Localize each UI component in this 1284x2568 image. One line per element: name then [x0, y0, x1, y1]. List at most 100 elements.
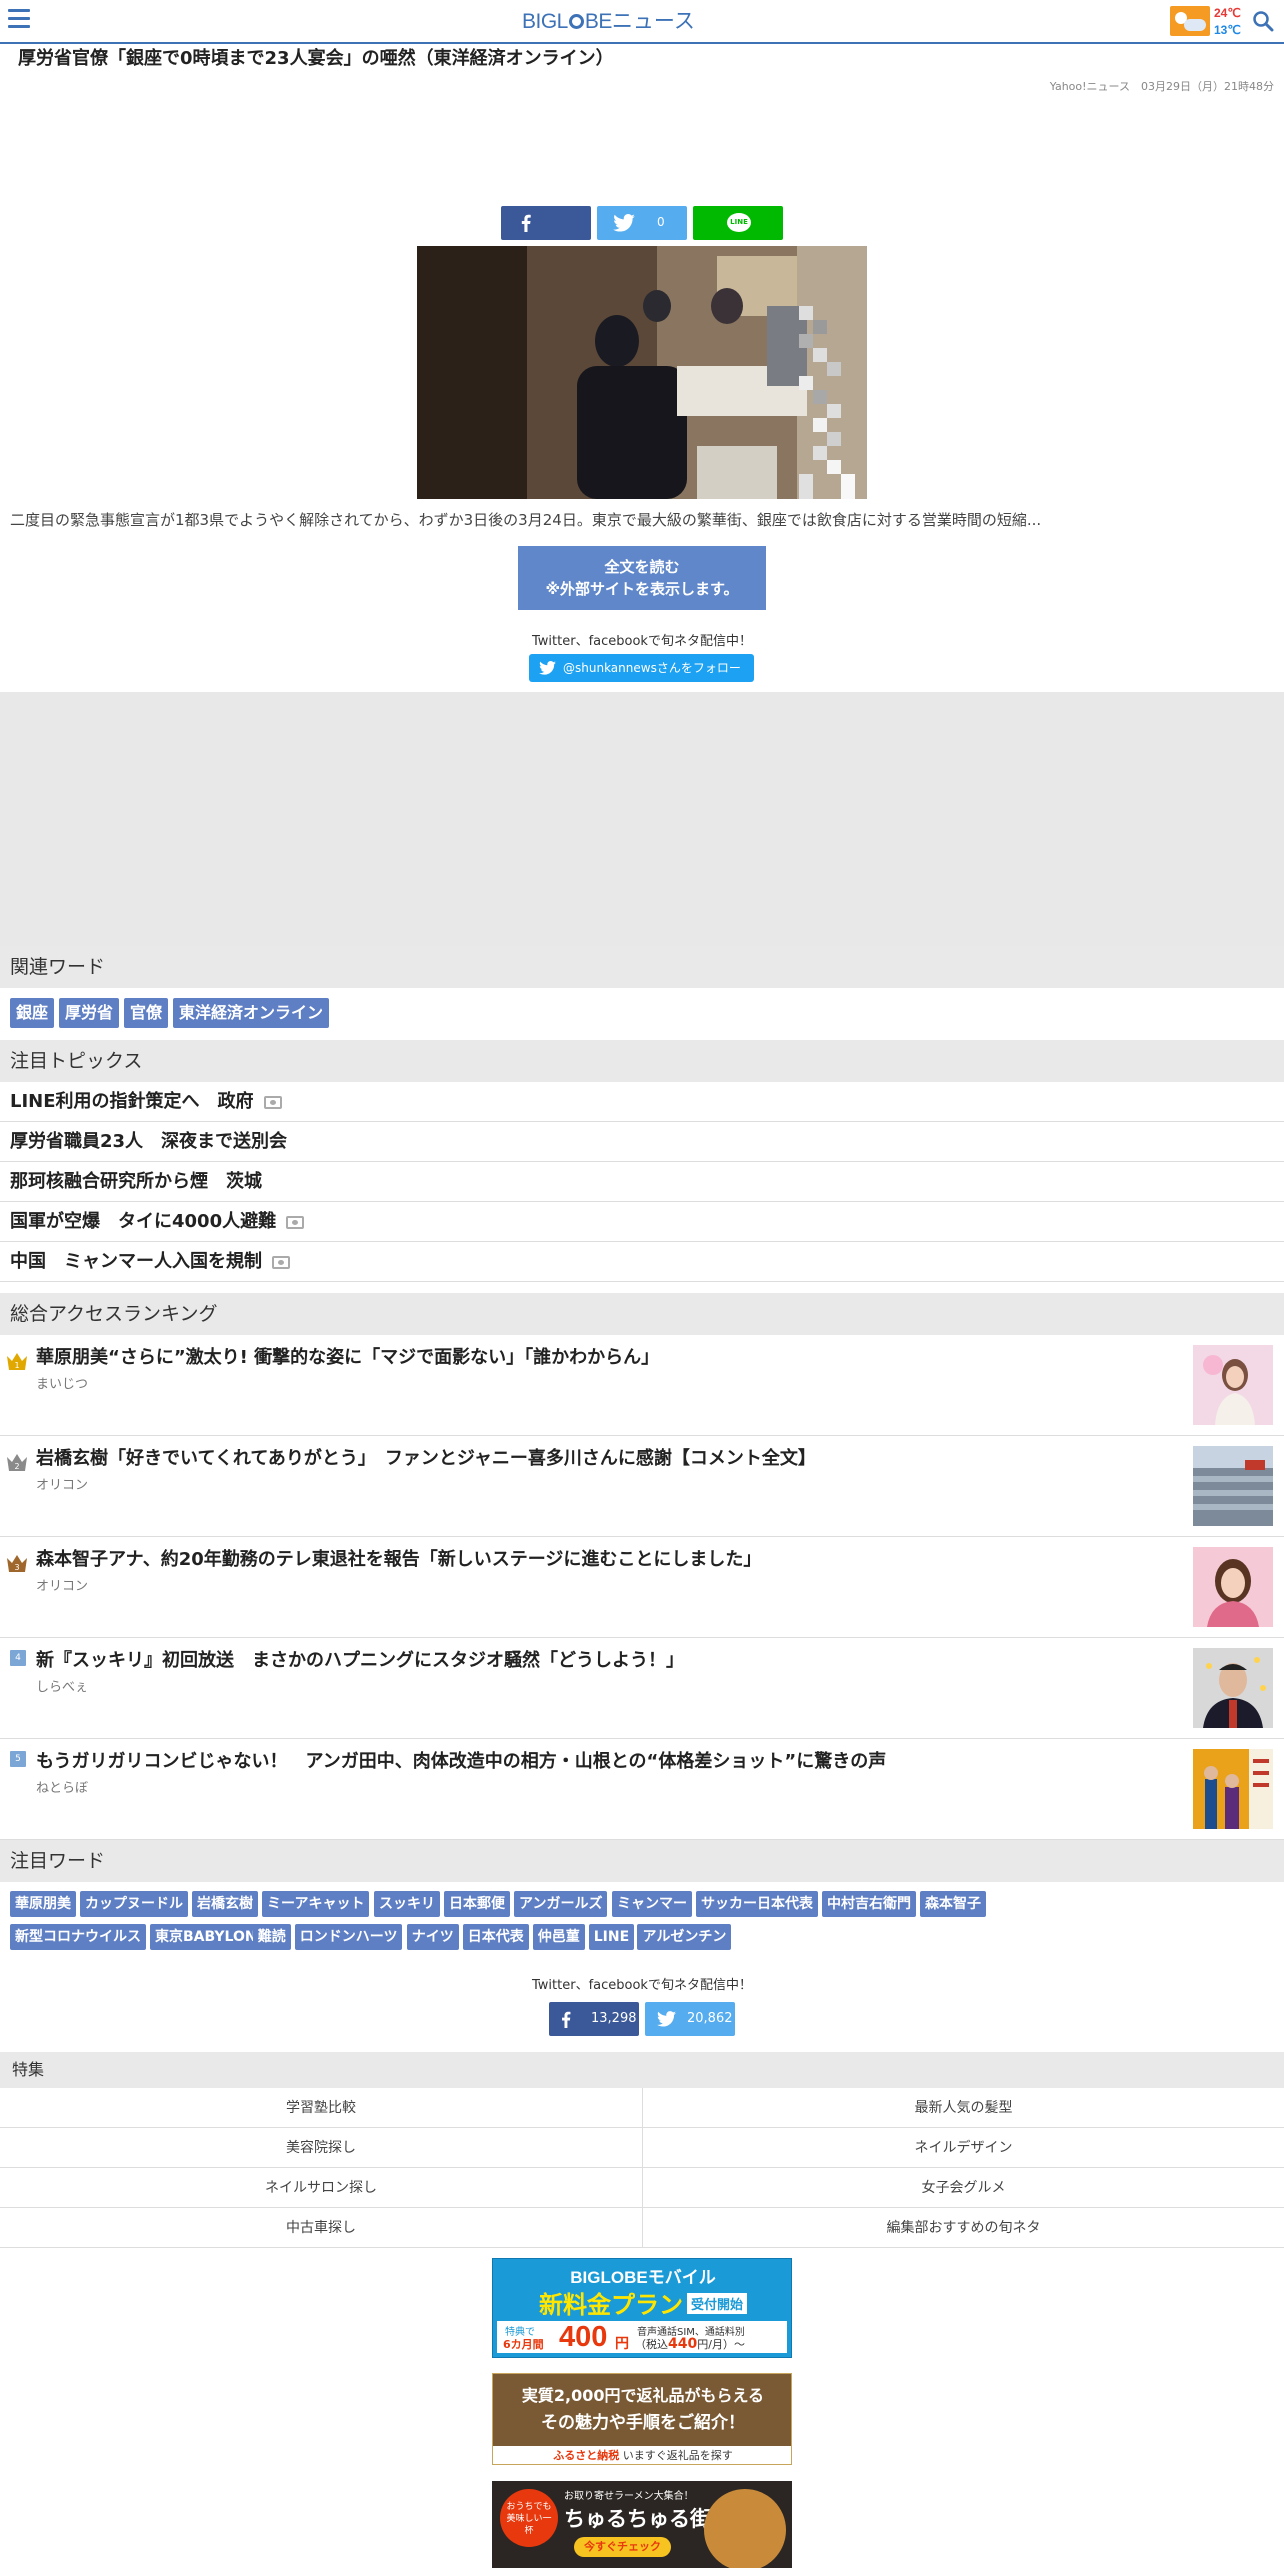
ranking-title: 森本智子アナ、約20年勤務のテレ東退社を報告「新しいステージに進むことにしました…	[36, 1549, 762, 1570]
keyword-tag[interactable]: 中村吉右衛門	[822, 1891, 916, 1917]
twitter-icon	[657, 2011, 676, 2027]
twitter-share-count: 0	[657, 215, 665, 229]
banner-mobile-right-price: 440	[668, 2336, 698, 2352]
topic-item[interactable]: 中国 ミャンマー人入国を規制	[0, 1242, 1284, 1282]
site-header: BIGL BEニュース 24℃ 13℃	[0, 0, 1284, 44]
article-meta: Yahoo!ニュース 03月29日（月）21時48分	[1049, 80, 1274, 93]
ranking-title: 新『スッキリ』初回放送 まさかのハプニングにスタジオ騒然「どうしよう！」	[36, 1650, 684, 1671]
keyword-tag[interactable]: 仲邑菫	[532, 1924, 585, 1950]
topic-item[interactable]: 国軍が空爆 タイに4000人避難	[0, 1202, 1284, 1242]
keyword-tag[interactable]: 難読	[252, 1924, 291, 1950]
line-icon: LINE	[727, 213, 751, 232]
article-photo[interactable]	[417, 246, 867, 499]
twitter-share-button[interactable]: 0	[597, 206, 687, 240]
topic-item[interactable]: 那珂核融合研究所から煙 茨城	[0, 1162, 1284, 1202]
facebook-icon	[562, 2011, 571, 2028]
camera-icon	[286, 1215, 305, 1229]
video-icon	[263, 1095, 282, 1109]
ranking-row[interactable]: 3 森本智子アナ、約20年勤務のテレ東退社を報告「新しいステージに進むことにしま…	[0, 1537, 1284, 1638]
temperature-high: 24℃	[1214, 6, 1241, 20]
ranking-row[interactable]: 5 もうガリガリコンビじゃない！ アンガ田中、肉体改造中の相方・山根との“体格差…	[0, 1739, 1284, 1840]
twitter-icon	[539, 661, 556, 675]
ramen-bowl-icon	[704, 2489, 786, 2568]
topic-label: 国軍が空爆 タイに4000人避難	[10, 1211, 277, 1232]
keyword-tag[interactable]: 日本郵便	[444, 1891, 510, 1917]
feature-link[interactable]: 美容院探し	[0, 2128, 642, 2168]
facebook-icon	[521, 214, 531, 232]
keyword-tag[interactable]: サッカー日本代表	[696, 1891, 818, 1917]
twitter-follow-count-button[interactable]: 20,862	[645, 2002, 735, 2036]
rank-number: 4	[10, 1650, 26, 1666]
hamburger-icon[interactable]	[8, 9, 30, 31]
keyword-tag[interactable]: ミーアキャット	[262, 1891, 370, 1917]
ranking-thumbnail	[1193, 1749, 1273, 1829]
biglobe-mobile-banner[interactable]: BIGLOBEモバイル 新料金プラン 受付開始 特典で 6カ月間 400 円 音声…	[492, 2258, 792, 2358]
read-full-article-button[interactable]: 全文を読む ※外部サイトを表示します。	[518, 546, 766, 610]
ranking-row[interactable]: 4 新『スッキリ』初回放送 まさかのハプニングにスタジオ騒然「どうしよう！」 し…	[0, 1638, 1284, 1739]
twitter-follow-button[interactable]: @shunkannewsさんをフォロー	[529, 654, 754, 682]
banner-ramen-top: お取り寄せラーメン大集合！	[564, 2491, 694, 2502]
feature-link[interactable]: ネイルデザイン	[642, 2128, 1284, 2168]
search-icon[interactable]	[1252, 10, 1274, 32]
feature-link[interactable]: 女子会グルメ	[642, 2168, 1284, 2208]
keyword-tag[interactable]: アンガールズ	[514, 1891, 608, 1917]
furusato-banner[interactable]: 実質2,000円で返礼品がもらえる その魅力や手順をご紹介！ ふるさと納税 いま…	[492, 2373, 792, 2465]
keyword-tag[interactable]: カップヌードル	[80, 1891, 188, 1917]
share-buttons: 0 LINE	[501, 206, 783, 240]
feature-link[interactable]: 編集部おすすめの旬ネタ	[642, 2208, 1284, 2248]
follow-label: @shunkannewsさんをフォロー	[563, 661, 741, 675]
banner-ramen-circle: おうちでも美味しい一杯	[500, 2489, 558, 2547]
article-summary: 二度目の緊急事態宣言が1都3県でようやく解除されてから、わずか3日後の3月24日…	[10, 511, 1042, 529]
read-button-label: 全文を読む	[604, 558, 680, 576]
keyword-tag[interactable]: LINE	[588, 1924, 635, 1950]
article-title: 厚労省官僚「銀座で0時頃まで23人宴会」の唖然（東洋経済オンライン）	[18, 48, 614, 69]
line-share-button[interactable]: LINE	[693, 206, 783, 240]
facebook-like-button[interactable]: 13,298	[549, 2002, 639, 2036]
feature-link[interactable]: 最新人気の髪型	[642, 2088, 1284, 2128]
ranking-source: まいじつ	[36, 1377, 89, 1392]
banner-furusato-line1: 実質2,000円で返礼品がもらえる	[521, 2386, 765, 2405]
topic-label: 中国 ミャンマー人入国を規制	[10, 1251, 262, 1272]
related-tag[interactable]: 東洋経済オンライン	[173, 998, 330, 1028]
ranking-row[interactable]: 1 華原朋美“さらに”激太り! 衝撃的な姿に「マジで面影ない」「誰かわからん」 …	[0, 1335, 1284, 1436]
banner-mobile-right2: （税込	[635, 2338, 668, 2351]
feature-link[interactable]: ネイルサロン探し	[0, 2168, 642, 2208]
keyword-tag[interactable]: 森本智子	[920, 1891, 986, 1917]
rank-number: 1	[14, 1361, 19, 1370]
related-tag[interactable]: 銀座	[10, 998, 55, 1028]
ranking-row[interactable]: 2 岩橋玄樹「好きでいてくれてありがとう」 ファンとジャニー喜多川さんに感謝【コ…	[0, 1436, 1284, 1537]
keyword-tag[interactable]: 華原朋美	[10, 1891, 76, 1917]
related-tag[interactable]: 厚労省	[59, 998, 120, 1028]
sun-cloud-icon[interactable]	[1170, 6, 1210, 36]
related-words-heading: 関連ワード	[0, 946, 1284, 988]
page: BIGL BEニュース 24℃ 13℃ 厚労省官僚「銀座で0時頃まで23人宴会」の…	[0, 0, 1284, 2568]
keyword-tag[interactable]: 東京BABYLON	[150, 1924, 262, 1950]
keyword-tag[interactable]: ミャンマー	[612, 1891, 692, 1917]
ranking-source: しらべぇ	[36, 1680, 89, 1695]
feature-link[interactable]: 学習塾比較	[0, 2088, 642, 2128]
topic-item[interactable]: LINE利用の指針策定へ 政府	[0, 1082, 1284, 1122]
facebook-share-button[interactable]	[501, 206, 591, 240]
ramen-banner[interactable]: おうちでも美味しい一杯 お取り寄せラーメン大集合！ ちゅるちゅる街 今すぐチェッ…	[492, 2481, 792, 2568]
keyword-tag[interactable]: 新型コロナウイルス	[10, 1924, 146, 1950]
keyword-tag[interactable]: ロンドンハーツ	[294, 1924, 403, 1950]
logo-o-icon	[568, 14, 584, 29]
topic-label: LINE利用の指針策定へ 政府	[10, 1091, 254, 1112]
crown-bronze-icon: 3	[7, 1555, 27, 1572]
keyword-tag[interactable]: 日本代表	[462, 1924, 529, 1950]
feature-link[interactable]: 中古車探し	[0, 2208, 642, 2248]
banner-furusato-footer-right: いますぐ返礼品を探す	[622, 2449, 733, 2462]
logo-suffix: ニュース	[611, 10, 695, 33]
site-logo[interactable]: BIGL BEニュース	[522, 8, 695, 36]
ranking-thumbnail	[1193, 1648, 1273, 1728]
topics-heading: 注目トピックス	[0, 1040, 1284, 1082]
keyword-tag[interactable]: ナイツ	[406, 1924, 459, 1950]
keyword-tag[interactable]: 岩橋玄樹	[192, 1891, 258, 1917]
camera-icon	[272, 1255, 290, 1269]
related-tag[interactable]: 官僚	[124, 998, 169, 1028]
banner-ramen-title: ちゅるちゅる街	[564, 2507, 711, 2531]
topic-item[interactable]: 厚労省職員23人 深夜まで送別会	[0, 1122, 1284, 1162]
keyword-tag[interactable]: アルゼンチン	[637, 1924, 732, 1950]
ranking-source: オリコン	[36, 1579, 89, 1594]
keyword-tag[interactable]: スッキリ	[374, 1891, 440, 1917]
